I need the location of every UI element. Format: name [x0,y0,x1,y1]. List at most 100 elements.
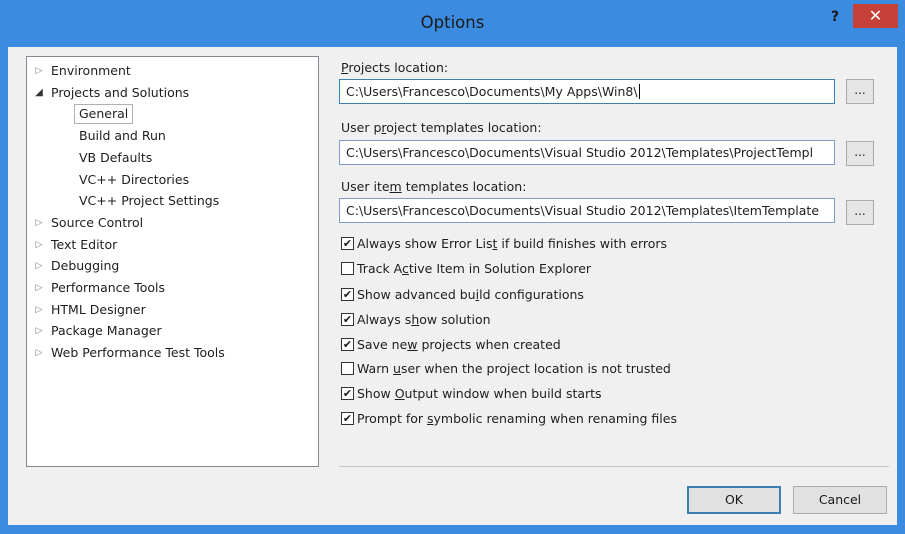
collapsed-arrow-icon[interactable]: ▷ [33,300,45,320]
option-checkbox-row[interactable]: Warn user when the project location is n… [341,361,861,379]
window-title: Options [420,13,485,32]
cancel-button[interactable]: Cancel [793,486,887,514]
checkbox-label: Always show solution [357,312,491,328]
option-checkbox-row[interactable]: ✔ Prompt for symbolic renaming when renam… [341,411,861,429]
label-text: tive Item in Solution Explorer [408,261,592,276]
collapsed-arrow-icon[interactable]: ▷ [33,235,45,255]
mnemonic-char: m [389,179,402,194]
text-caret [638,84,640,99]
field-value: C:\Users\Francesco\Documents\Visual Stud… [346,203,820,218]
option-checkbox-row[interactable]: ✔ Always show Error List if build finishe… [341,236,861,254]
label-text: ser when the project location is not tru… [400,361,671,376]
label-text: Save ne [357,337,408,352]
label-text: projects when created [417,337,561,352]
tree-item-8[interactable]: ▷ Text Editor [27,235,318,255]
label-text: Track A [357,261,403,276]
label-text: ymbolic renaming when renaming files [433,411,677,426]
tree-item-label: Package Manager [51,323,162,339]
projects-location-label: Projects location: [341,60,448,75]
tree-item-label: VB Defaults [79,149,153,165]
tree-item-10[interactable]: ▷ Performance Tools [27,278,318,298]
checkbox-label: Always show Error List if build finishes… [357,236,667,252]
checkbox-label: Warn user when the project location is n… [357,361,671,377]
tree-item-label: Performance Tools [51,280,165,295]
collapsed-arrow-icon[interactable]: ▷ [33,61,45,81]
option-checkbox-row[interactable]: ✔ Show advanced build configurations [341,287,861,305]
tree-item-9[interactable]: ▷ Debugging [27,256,318,276]
window-bottom-border [0,525,905,534]
option-checkbox-row[interactable]: ✔ Always show solution [341,312,861,330]
option-checkbox-row[interactable]: Track Active Item in Solution Explorer [341,261,861,279]
tree-item-1[interactable]: ◢ Projects and Solutions [27,83,318,103]
collapsed-arrow-icon[interactable]: ▷ [33,213,45,233]
user-item-templates-input[interactable]: C:\Users\Francesco\Documents\Visual Stud… [339,198,835,223]
collapsed-arrow-icon[interactable]: ▷ [33,343,45,363]
tree-item-label: Projects and Solutions [51,84,190,100]
help-button[interactable]: ? [824,8,846,28]
checkbox-checked[interactable]: ✔ [341,237,354,250]
tree-item-13[interactable]: ▷ Web Performance Test Tools [27,343,318,363]
tree-item-label: General [74,104,134,125]
tree-item-label: Environment [51,63,131,78]
checkbox-checked[interactable]: ✔ [341,338,354,351]
projects-location-input[interactable]: C:\Users\Francesco\Documents\My Apps\Win… [339,79,835,104]
checkbox-unchecked[interactable] [341,362,354,375]
checkbox-label: Track Active Item in Solution Explorer [357,261,591,277]
options-category-tree[interactable]: ▷ Environment ◢ Projects and Solutions Gener… [26,56,319,467]
checkmark-icon: ✔ [342,412,353,425]
label-text: Show [357,386,395,401]
tree-item-5[interactable]: VC++ Directories [27,170,318,190]
tree-item-11[interactable]: ▷ HTML Designer [27,300,318,320]
field-value: C:\Users\Francesco\Documents\Visual Stud… [346,145,814,160]
checkbox-checked[interactable]: ✔ [341,387,354,400]
close-button[interactable]: ✕ [853,4,898,28]
tree-item-label: Build and Run [79,128,166,144]
checkbox-label: Save new projects when created [357,337,561,353]
label-text: rojects location: [348,60,449,75]
tree-item-label: Debugging [51,258,120,274]
tree-item-6[interactable]: VC++ Project Settings [27,191,318,211]
checkbox-checked[interactable]: ✔ [341,313,354,326]
checkbox-unchecked[interactable] [341,262,354,275]
checkbox-checked[interactable]: ✔ [341,288,354,301]
tree-item-0[interactable]: ▷ Environment [27,61,318,81]
user-item-templates-label: User item templates location: [341,179,526,194]
collapsed-arrow-icon[interactable]: ▷ [33,321,45,341]
tree-item-12[interactable]: ▷ Package Manager [27,321,318,341]
checkmark-icon: ✔ [342,338,353,351]
tree-item-4[interactable]: VB Defaults [27,148,318,168]
tree-item-label: Web Performance Test Tools [51,345,225,361]
tree-item-label: VC++ Project Settings [79,193,220,209]
user-project-templates-input[interactable]: C:\Users\Francesco\Documents\Visual Stud… [339,140,835,165]
user-project-templates-label: User project templates location: [341,120,542,135]
user-item-templates-browse-button[interactable]: ... [846,200,874,225]
mnemonic-char: w [407,337,418,352]
tree-item-label: Text Editor [51,236,118,252]
tree-item-label: VC++ Directories [79,171,190,187]
tree-item-3[interactable]: Build and Run [27,126,318,146]
label-text: ld configurations [479,287,584,302]
mnemonic-char: u [393,361,401,376]
options-window: Options ? ✕ ▷ Environment ◢ Projects and So… [0,0,905,534]
option-checkbox-row[interactable]: ✔ Save new projects when created [341,337,861,355]
label-text: if build finishes with errors [497,236,668,251]
label-text: Warn [357,361,394,376]
mnemonic-char: O [394,386,405,401]
user-project-templates-browse-button[interactable]: ... [846,141,874,166]
label-text: templates location: [401,179,527,194]
tree-item-2[interactable]: General [27,104,318,125]
projects-location-browse-button[interactable]: ... [846,79,874,104]
tree-item-7[interactable]: ▷ Source Control [27,213,318,233]
checkmark-icon: ✔ [342,288,353,301]
ok-button[interactable]: OK [687,486,781,514]
label-text: ow solution [419,312,491,327]
label-text: Always s [357,312,412,327]
checkbox-checked[interactable]: ✔ [341,412,354,425]
title-bar[interactable]: Options ? ✕ [0,0,905,47]
collapsed-arrow-icon[interactable]: ▷ [33,278,45,298]
checkmark-icon: ✔ [342,387,353,400]
option-checkbox-row[interactable]: ✔ Show Output window when build starts [341,386,861,404]
label-text: User p [341,120,382,135]
collapsed-arrow-icon[interactable]: ▷ [33,256,45,276]
expanded-arrow-icon[interactable]: ◢ [33,83,45,103]
